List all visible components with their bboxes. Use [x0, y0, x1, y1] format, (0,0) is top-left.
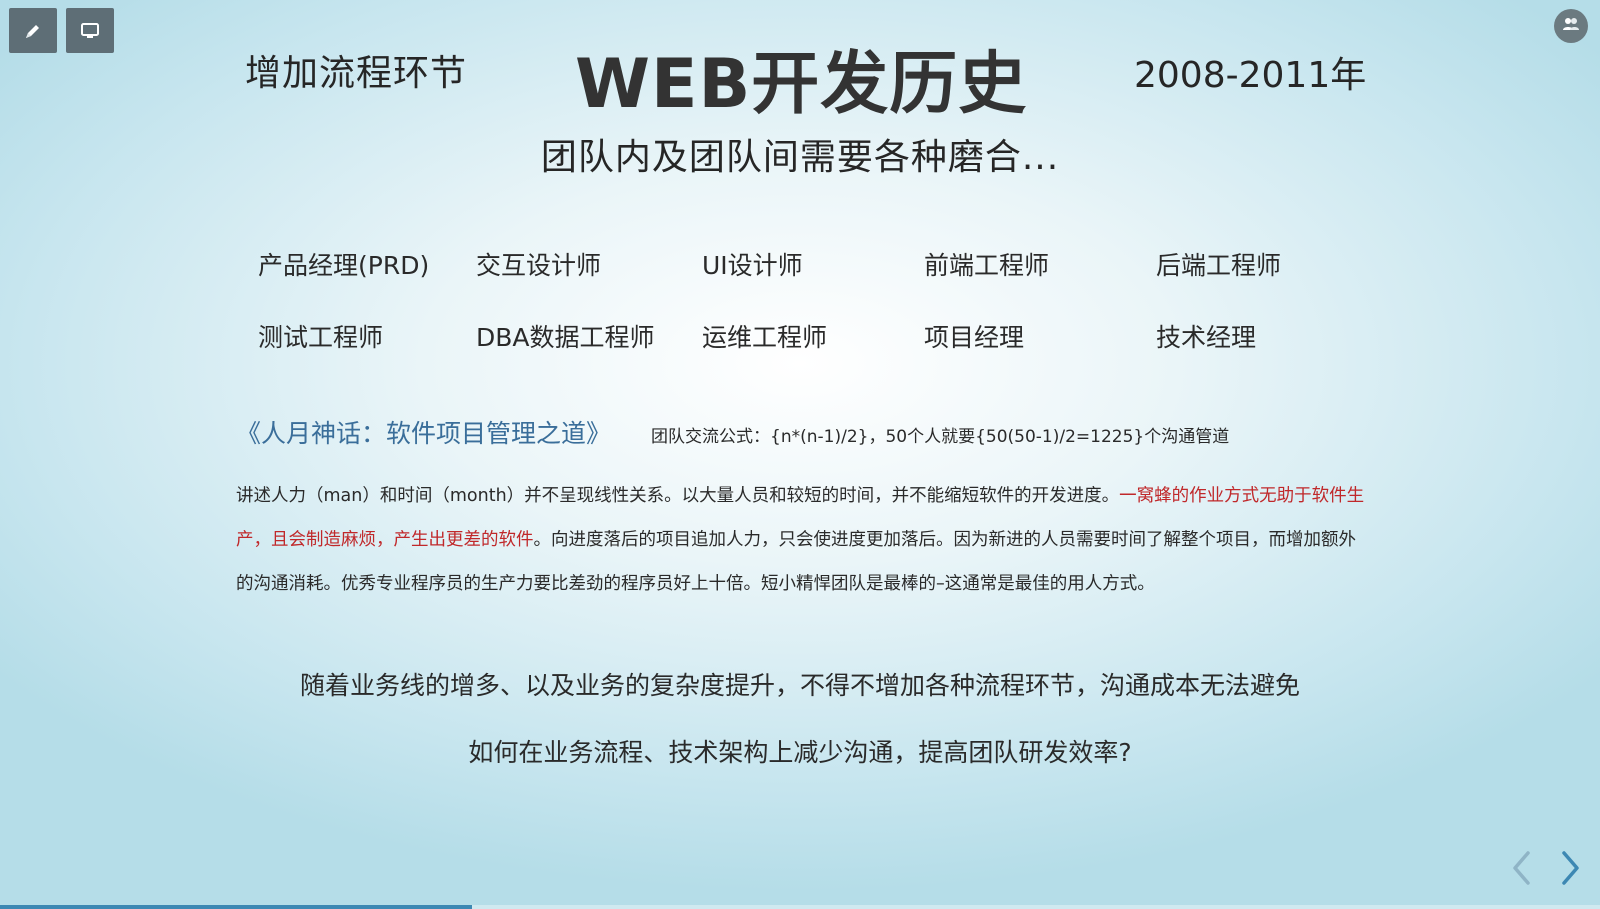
chevron-right-icon	[1556, 851, 1584, 892]
role-item: 前端工程师	[924, 251, 1050, 280]
role-item: 技术经理	[1156, 323, 1257, 352]
role-item: 项目经理	[924, 323, 1025, 352]
role-item: UI设计师	[702, 251, 803, 280]
book-title: 《人月神话：软件项目管理之道》	[236, 419, 612, 448]
slide-subtitle: 团队内及团队间需要各种磨合...	[540, 137, 1060, 178]
chevron-left-icon	[1508, 851, 1536, 892]
role-item: 运维工程师	[702, 323, 828, 352]
screen-icon	[80, 22, 100, 40]
screen-mode-button[interactable]	[66, 8, 114, 53]
pen-tool-button[interactable]	[9, 8, 57, 53]
role-item: 测试工程师	[258, 323, 384, 352]
progress-bar	[0, 905, 1600, 909]
next-slide-button[interactable]	[1556, 848, 1584, 888]
role-item: 产品经理(PRD)	[258, 251, 430, 280]
roles-row: 测试工程师 DBA数据工程师 运维工程师 项目经理 技术经理	[258, 300, 1378, 372]
book-summary-paragraph: 讲述人力（man）和时间（month）并不呈现线性关系。以大量人员和较短的时间，…	[236, 474, 1366, 606]
communication-formula: 团队交流公式：{n*(n-1)/2}，50个人就要{50(50-1)/2=122…	[651, 427, 1230, 447]
progress-bar-fill	[0, 905, 472, 909]
paragraph-text: 讲述人力（man）和时间（month）并不呈现线性关系。以大量人员和较短的时间，…	[236, 486, 1120, 506]
role-item: DBA数据工程师	[476, 323, 655, 352]
role-item: 交互设计师	[476, 251, 602, 280]
previous-slide-button[interactable]	[1508, 848, 1536, 888]
users-button[interactable]	[1554, 9, 1588, 43]
closing-question: 如何在业务流程、技术架构上减少沟通，提高团队研发效率?	[468, 738, 1132, 767]
roles-row: 产品经理(PRD) 交互设计师 UI设计师 前端工程师 后端工程师	[258, 228, 1378, 300]
header-left-text: 增加流程环节	[245, 53, 468, 94]
roles-grid: 产品经理(PRD) 交互设计师 UI设计师 前端工程师 后端工程师 测试工程师 …	[258, 228, 1378, 372]
slide-title: WEB开发历史	[575, 45, 1028, 124]
users-icon	[1562, 16, 1580, 36]
pen-icon	[23, 21, 43, 41]
role-item: 后端工程师	[1156, 251, 1282, 280]
header-date-range: 2008-2011年	[1134, 55, 1367, 96]
book-line: 《人月神话：软件项目管理之道》 团队交流公式：{n*(n-1)/2}，50个人就…	[236, 414, 1229, 450]
closing-statement: 随着业务线的增多、以及业务的复杂度提升，不得不增加各种流程环节，沟通成本无法避免	[299, 671, 1300, 700]
